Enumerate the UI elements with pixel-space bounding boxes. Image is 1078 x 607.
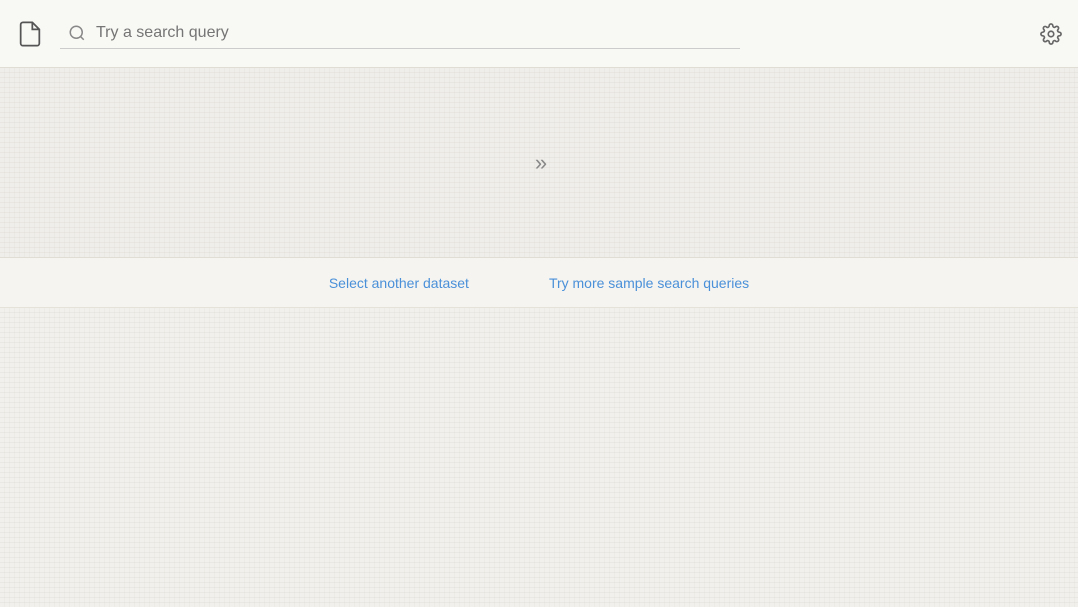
header-right bbox=[1040, 23, 1062, 45]
main-content: » Select another dataset Try more sample… bbox=[0, 68, 1078, 607]
search-icon bbox=[68, 24, 86, 42]
document-icon bbox=[16, 20, 44, 48]
search-input[interactable] bbox=[96, 24, 732, 42]
bottom-section bbox=[0, 308, 1078, 607]
try-more-sample-queries-link[interactable]: Try more sample search queries bbox=[549, 275, 749, 291]
header-left bbox=[16, 20, 44, 48]
select-another-dataset-link[interactable]: Select another dataset bbox=[329, 275, 469, 291]
chevron-right-icon: » bbox=[535, 150, 543, 176]
search-bar[interactable] bbox=[60, 18, 740, 49]
gear-icon[interactable] bbox=[1040, 23, 1062, 45]
header bbox=[0, 0, 1078, 68]
links-section: Select another dataset Try more sample s… bbox=[0, 258, 1078, 308]
top-section: » bbox=[0, 68, 1078, 258]
